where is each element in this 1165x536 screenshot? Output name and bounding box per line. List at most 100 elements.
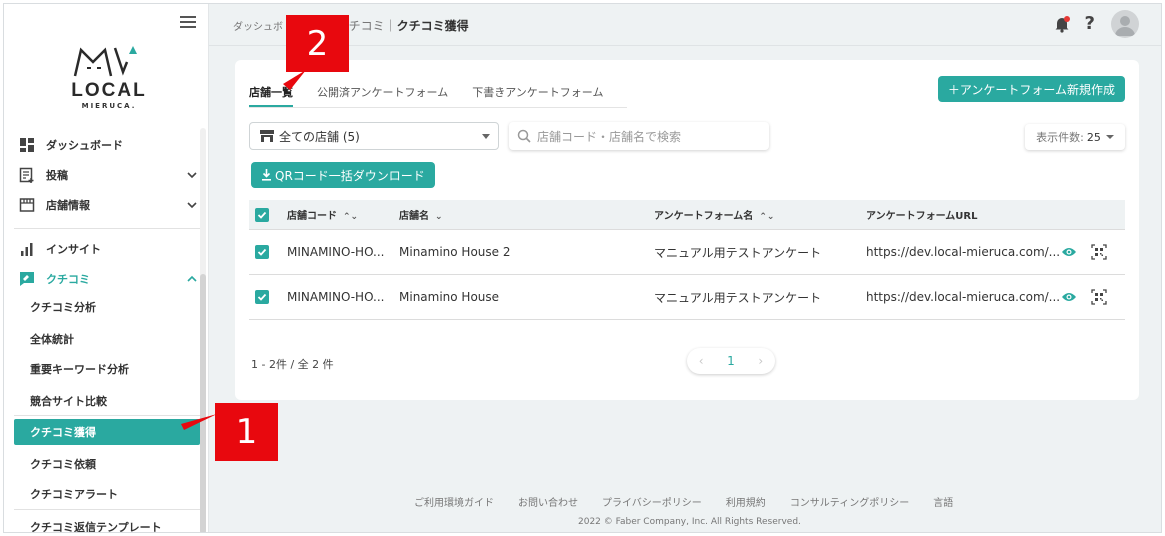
store-icon: [18, 196, 36, 214]
row-checkbox[interactable]: [255, 290, 269, 304]
sidebar-item-insight[interactable]: インサイト: [14, 236, 200, 262]
sidebar-subitem-review-alert[interactable]: クチコミアラート: [14, 481, 200, 507]
column-header-store-code[interactable]: 店舗コード ⌃⌄: [287, 207, 399, 222]
sidebar-divider: [14, 509, 200, 510]
search-input[interactable]: 店舗コード・店舗名で検索: [509, 122, 769, 150]
per-page-label: 表示件数:: [1036, 131, 1084, 144]
sidebar-subitem-label: 競合サイト比較: [30, 395, 107, 408]
check-icon: [257, 248, 267, 256]
store-select-value: 全ての店舗 (5): [279, 129, 360, 144]
top-bar: ダッシュボ チコミ｜クチコミ獲得 ?: [209, 4, 1161, 46]
caret-down-icon: [1105, 135, 1114, 139]
eye-icon[interactable]: [1061, 246, 1077, 258]
logo-text: LOCAL: [71, 80, 147, 101]
store-code: MINAMINO-HO...: [287, 245, 385, 259]
per-page-value: 25: [1086, 130, 1101, 144]
caret-down-icon: [482, 134, 490, 139]
table-header: 店舗コード ⌃⌄ 店舗名 ⌄ アンケートフォーム名 ⌃⌄ アンケートフォームURL: [249, 200, 1125, 230]
breadcrumb-reviews[interactable]: チコミ｜: [349, 19, 397, 33]
menu-toggle-icon[interactable]: [180, 16, 196, 28]
footer-link-contact[interactable]: お問い合わせ: [518, 494, 578, 509]
app-window: LOCAL MIERUCA. ダッシュボード 投稿 店舗情報 インサイト クチコ…: [3, 3, 1162, 533]
sidebar-item-label: インサイト: [46, 243, 101, 256]
per-page-select[interactable]: 表示件数: 25: [1025, 124, 1125, 150]
chevron-down-icon: [187, 202, 197, 209]
page-number[interactable]: 1: [727, 354, 735, 368]
column-header-label: 店舗コード: [287, 211, 337, 222]
sidebar-item-label: 店舗情報: [46, 199, 90, 212]
column-header-form-url: アンケートフォームURL: [866, 207, 1061, 222]
qr-code-icon[interactable]: [1091, 289, 1107, 305]
sidebar-item-label: ダッシュボード: [46, 139, 123, 152]
sidebar-subitem-label: クチコミ返信テンプレート: [30, 521, 162, 533]
column-header-store-name[interactable]: 店舗名 ⌄: [399, 207, 654, 222]
sidebar-subitem-review-request[interactable]: クチコミ依頼: [14, 451, 200, 477]
row-checkbox[interactable]: [255, 245, 269, 259]
form-url[interactable]: https://dev.local-mieruca.com/...: [866, 245, 1061, 259]
store-code: MINAMINO-HO...: [287, 290, 385, 304]
footer-link-consulting[interactable]: コンサルティングポリシー: [790, 494, 909, 509]
logo-subtext: MIERUCA.: [81, 102, 137, 110]
breadcrumb: ダッシュボ チコミ｜クチコミ獲得: [233, 17, 469, 34]
notification-bell-icon[interactable]: [1053, 15, 1071, 33]
help-icon[interactable]: ?: [1085, 13, 1095, 34]
footer-link-privacy[interactable]: プライバシーポリシー: [602, 494, 702, 509]
sidebar-item-store-info[interactable]: 店舗情報: [14, 192, 200, 218]
sidebar-subitem-review-acquisition[interactable]: クチコミ獲得: [14, 419, 200, 445]
sidebar-item-posts[interactable]: 投稿: [14, 162, 200, 188]
avatar[interactable]: [1111, 10, 1139, 38]
form-url[interactable]: https://dev.local-mieruca.com/...: [866, 290, 1061, 304]
next-page-button[interactable]: ›: [758, 354, 763, 368]
check-icon: [257, 211, 267, 219]
sidebar-subitem-keyword-analysis[interactable]: 重要キーワード分析: [14, 356, 200, 382]
tab-published-forms[interactable]: 公開済アンケートフォーム: [317, 78, 448, 107]
tab-bar: 店舗一覧 公開済アンケートフォーム 下書きアンケートフォーム: [249, 78, 628, 108]
review-icon: [18, 270, 36, 288]
sidebar-item-dashboard[interactable]: ダッシュボード: [14, 132, 200, 158]
sidebar-item-label: 投稿: [46, 169, 68, 182]
sidebar-divider: [14, 228, 200, 229]
sort-desc-icon[interactable]: ⌄: [435, 212, 443, 222]
column-header-form-name[interactable]: アンケートフォーム名 ⌃⌄: [654, 207, 866, 222]
footer-link-terms[interactable]: 利用規約: [726, 494, 766, 509]
store-table: 店舗コード ⌃⌄ 店舗名 ⌄ アンケートフォーム名 ⌃⌄ アンケートフォームURL M…: [249, 200, 1125, 320]
store-select[interactable]: 全ての店舗 (5): [249, 122, 499, 150]
sidebar: LOCAL MIERUCA. ダッシュボード 投稿 店舗情報 インサイト クチコ…: [4, 4, 209, 533]
eye-icon[interactable]: [1061, 291, 1077, 303]
footer-link-language[interactable]: 言語: [933, 494, 953, 509]
copyright: 2022 © Faber Company, Inc. All Rights Re…: [578, 517, 801, 527]
column-header-label: 店舗名: [399, 211, 429, 222]
sort-icon[interactable]: ⌃⌄: [759, 212, 774, 222]
chevron-up-icon: [187, 275, 197, 282]
sidebar-subitem-review-analysis[interactable]: クチコミ分析: [14, 294, 200, 320]
footer-link-env-guide[interactable]: ご利用環境ガイド: [414, 494, 494, 509]
download-icon: [262, 169, 271, 181]
form-name: マニュアル用テストアンケート: [654, 245, 822, 260]
sidebar-subitem-label: クチコミアラート: [30, 488, 118, 501]
tab-store-list[interactable]: 店舗一覧: [249, 78, 293, 107]
sidebar-subitem-label: クチコミ獲得: [30, 426, 96, 439]
sort-icon[interactable]: ⌃⌄: [343, 212, 358, 222]
select-all-checkbox[interactable]: [255, 207, 269, 222]
bar-chart-icon: [18, 240, 36, 258]
sidebar-subitem-overall-stats[interactable]: 全体統計: [14, 326, 200, 352]
tab-draft-forms[interactable]: 下書きアンケートフォーム: [472, 78, 603, 107]
sidebar-item-reviews[interactable]: クチコミ: [14, 266, 200, 292]
qr-code-icon[interactable]: [1091, 244, 1107, 260]
table-row[interactable]: MINAMINO-HO... Minamino House マニュアル用テストア…: [249, 275, 1125, 320]
prev-page-button[interactable]: ‹: [699, 354, 704, 368]
pagination: ‹ 1 ›: [687, 348, 775, 374]
table-row[interactable]: MINAMINO-HO... Minamino House 2 マニュアル用テス…: [249, 230, 1125, 275]
qr-download-button[interactable]: QRコード一括ダウンロード: [251, 162, 435, 188]
sidebar-scrollbar-thumb[interactable]: [200, 274, 206, 532]
create-form-button[interactable]: ＋アンケートフォーム新規作成: [937, 76, 1125, 102]
logo-cat-icon: [73, 46, 137, 77]
dashboard-icon: [18, 136, 36, 154]
sidebar-subitem-competitor-compare[interactable]: 競合サイト比較: [14, 388, 200, 414]
form-name: マニュアル用テストアンケート: [654, 290, 822, 305]
sidebar-subitem-label: 全体統計: [30, 333, 74, 346]
qr-download-label: QRコード一括ダウンロード: [275, 168, 425, 183]
breadcrumb-dashboard[interactable]: ダッシュボ: [233, 22, 283, 33]
column-header-label: アンケートフォーム名: [654, 211, 754, 222]
sidebar-subitem-reply-template[interactable]: クチコミ返信テンプレート: [14, 514, 200, 533]
